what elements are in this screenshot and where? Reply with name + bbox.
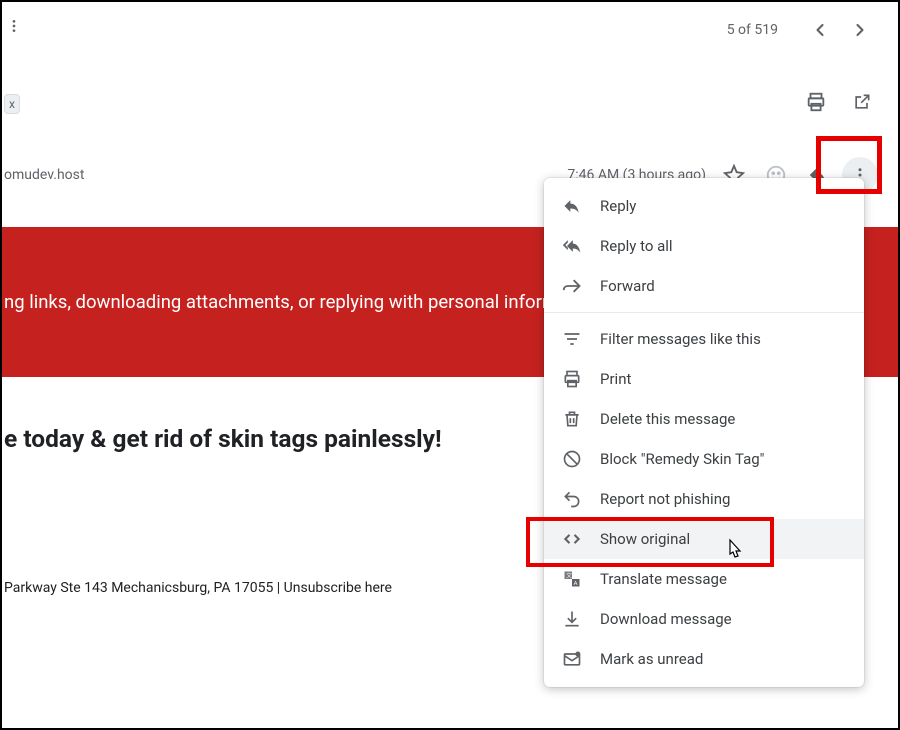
menu-reply[interactable]: Reply <box>544 186 864 226</box>
menu-item-label: Delete this message <box>600 410 735 428</box>
menu-delete[interactable]: Delete this message <box>544 399 864 439</box>
email-footer: Parkway Ste 143 Mechanicsburg, PA 17055 … <box>4 580 392 596</box>
reply-all-icon <box>562 236 582 256</box>
popout-button[interactable] <box>842 82 882 122</box>
next-button[interactable] <box>840 10 880 50</box>
menu-item-label: Reply to all <box>600 237 673 255</box>
trash-icon <box>562 409 582 429</box>
menu-item-label: Translate message <box>600 570 727 588</box>
menu-forward[interactable]: Forward <box>544 266 864 306</box>
print-button[interactable] <box>796 82 836 122</box>
menu-item-label: Reply <box>600 197 636 215</box>
toolbar: 5 of 519 <box>2 2 898 58</box>
menu-translate[interactable]: 文A Translate message <box>544 559 864 599</box>
message-actions <box>796 82 882 122</box>
menu-item-label: Show original <box>600 530 690 548</box>
prev-button[interactable] <box>800 10 840 50</box>
undo-icon <box>562 489 582 509</box>
sender-address: omudev.host <box>4 167 84 183</box>
filter-icon <box>562 329 582 349</box>
menu-download[interactable]: Download message <box>544 599 864 639</box>
menu-show-original[interactable]: Show original <box>544 519 864 559</box>
svg-text:A: A <box>574 581 578 587</box>
menu-item-label: Download message <box>600 610 732 628</box>
menu-item-label: Mark as unread <box>600 650 703 668</box>
block-icon <box>562 449 582 469</box>
menu-print[interactable]: Print <box>544 359 864 399</box>
forward-icon <box>562 276 582 296</box>
menu-mark-unread[interactable]: Mark as unread <box>544 639 864 679</box>
label-chip[interactable]: x <box>4 94 20 114</box>
mark-unread-icon <box>562 649 582 669</box>
print-icon <box>562 369 582 389</box>
more-menu: Reply Reply to all Forward Filter messag… <box>544 178 864 687</box>
menu-filter[interactable]: Filter messages like this <box>544 319 864 359</box>
email-subject: e today & get rid of skin tags painlessl… <box>4 424 442 453</box>
more-vert-icon[interactable] <box>6 18 22 34</box>
menu-item-label: Print <box>600 370 631 388</box>
menu-item-label: Block "Remedy Skin Tag" <box>600 450 765 468</box>
pagination-label: 5 of 519 <box>727 22 778 38</box>
svg-text:文: 文 <box>566 571 572 579</box>
code-icon <box>562 529 582 549</box>
menu-separator <box>544 312 864 313</box>
menu-reply-all[interactable]: Reply to all <box>544 226 864 266</box>
menu-item-label: Filter messages like this <box>600 330 761 348</box>
reply-icon <box>562 196 582 216</box>
menu-block[interactable]: Block "Remedy Skin Tag" <box>544 439 864 479</box>
menu-item-label: Forward <box>600 277 655 295</box>
close-icon[interactable]: x <box>9 97 15 111</box>
menu-report-phishing[interactable]: Report not phishing <box>544 479 864 519</box>
banner-text: ng links, downloading attachments, or re… <box>4 291 568 313</box>
translate-icon: 文A <box>562 569 582 589</box>
download-icon <box>562 609 582 629</box>
menu-item-label: Report not phishing <box>600 490 730 508</box>
